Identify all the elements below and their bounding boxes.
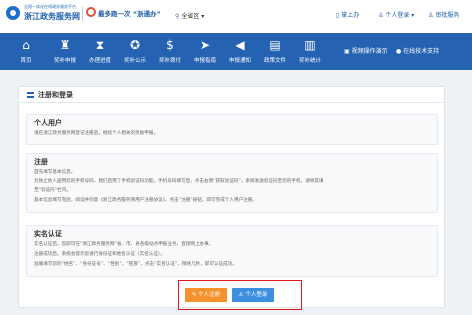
section-register: 注册 首先填写基本信息。 为防止他人盗用您的手机号码，我们启用了手机验证码功能。…: [26, 153, 438, 213]
location-selector[interactable]: ⚲ 全省区 ▾: [175, 11, 204, 20]
panel-header: 注册和登录: [19, 87, 444, 103]
section-personal-user: 个人用户 请在浙江政务服务网登记注册后，继续个人相关的奖励申报。: [26, 114, 438, 145]
register-login-panel: 注册和登录 个人用户 请在浙江政务服务网登记注册后，继续个人相关的奖励申报。 注…: [18, 86, 445, 308]
home-icon: ⌂: [22, 38, 30, 52]
video-icon: ▣: [344, 48, 350, 55]
personal-login-label: 个人登录: [385, 12, 410, 19]
section-text: 至“验证码”栏内。: [34, 188, 71, 193]
logo-divider: [82, 7, 83, 21]
gov-emblem-icon[interactable]: [6, 6, 20, 20]
section-text: 为防止他人盗用您的手机号码，我们启用了手机验证码功能。手机号码填写后，点击右侧“…: [34, 179, 324, 184]
section-text: 首先填写基本信息。: [34, 170, 76, 175]
support-icon: ●: [396, 48, 402, 55]
slogan-icon: [86, 7, 96, 17]
user-icon: ♙: [238, 292, 244, 298]
menu-icon: [27, 92, 34, 98]
section-real-name: 实名认证 实名认证后，您即可在“浙江政务服务网”省、市、县各级站点申报业务，直接…: [26, 225, 438, 277]
nav-label: 奖补统计: [298, 58, 321, 64]
approval-service-label: 审批服务: [435, 12, 460, 19]
mobile-link[interactable]: ▯ 掌上办: [336, 10, 359, 19]
nav-item-statistics[interactable]: ▥ 奖补统计: [288, 33, 332, 70]
online-support-label: 在线技术支持: [403, 48, 440, 55]
main-nav: ⌂ 首页 ♜ 奖补申报 ⧗ 办理进度 ✪ 奖补公示 $ 奖补拨付 ➤ 申报指南 …: [0, 33, 472, 70]
section-title: 个人用户: [34, 119, 62, 127]
video-demo-label: 视频操作演示: [351, 48, 388, 55]
login-button-label: 个人登录: [245, 292, 268, 298]
panel-title: 注册和登录: [38, 91, 73, 99]
user-icon: ♙: [378, 12, 384, 19]
approval-icon: ♙: [428, 12, 434, 19]
section-text: 实名认证后，您即可在“浙江政务服务网”省、市、县各级站点申报业务，直接网上办事。: [34, 242, 214, 247]
register-button-label: 个人注册: [198, 292, 221, 298]
online-support-link[interactable]: ● 在线技术支持: [396, 46, 439, 55]
register-button[interactable]: ✎ 个人注册: [185, 288, 227, 302]
section-text: 准确填写您的“姓名”、“身份证号”、“性别”、“民族”，点击“实名认证”，稍待几…: [34, 262, 237, 267]
login-button[interactable]: ♙ 个人登录: [232, 288, 274, 302]
mobile-link-label: 掌上办: [341, 12, 360, 19]
personal-login-link[interactable]: ♙ 个人登录 ▾: [378, 10, 414, 19]
chevron-down-icon: ▾: [411, 12, 415, 19]
location-pin-icon: ⚲: [175, 13, 180, 20]
location-label: 全省区: [181, 13, 200, 20]
approval-service-link[interactable]: ♙ 审批服务: [428, 10, 459, 19]
site-logo[interactable]: 浙江政务服务网: [24, 11, 80, 22]
chart-icon: ▥: [304, 38, 316, 52]
nav-label: 首页: [20, 58, 32, 64]
video-demo-link[interactable]: ▣ 视频操作演示: [344, 46, 388, 55]
section-text: 注册成功后，系统会提示您进行身份证和姓名认证（实名认证）。: [34, 252, 165, 257]
mobile-icon: ▯: [336, 12, 340, 19]
section-text: 请在浙江政务服务网登记注册后，继续个人相关的奖励申报。: [34, 131, 159, 136]
logo-subtitle: 全国一体化在线政务服务平台: [24, 4, 76, 9]
section-title: 实名认证: [34, 230, 62, 238]
chevron-down-icon: ▾: [201, 13, 205, 20]
nav-item-home[interactable]: ⌂ 首页: [4, 33, 48, 70]
top-bar: 全国一体化在线政务服务平台 浙江政务服务网 最多跑一次 “浙通办” ⚲ 全省区 …: [0, 0, 472, 33]
section-text: 基本信息填写完后，阅读并同意《浙江政务服务网用户注册协议》，点击“注册”按钮，即…: [34, 198, 257, 203]
section-title: 注册: [34, 158, 48, 166]
edit-icon: ✎: [191, 292, 197, 298]
slogan: 最多跑一次 “浙通办”: [98, 10, 161, 18]
